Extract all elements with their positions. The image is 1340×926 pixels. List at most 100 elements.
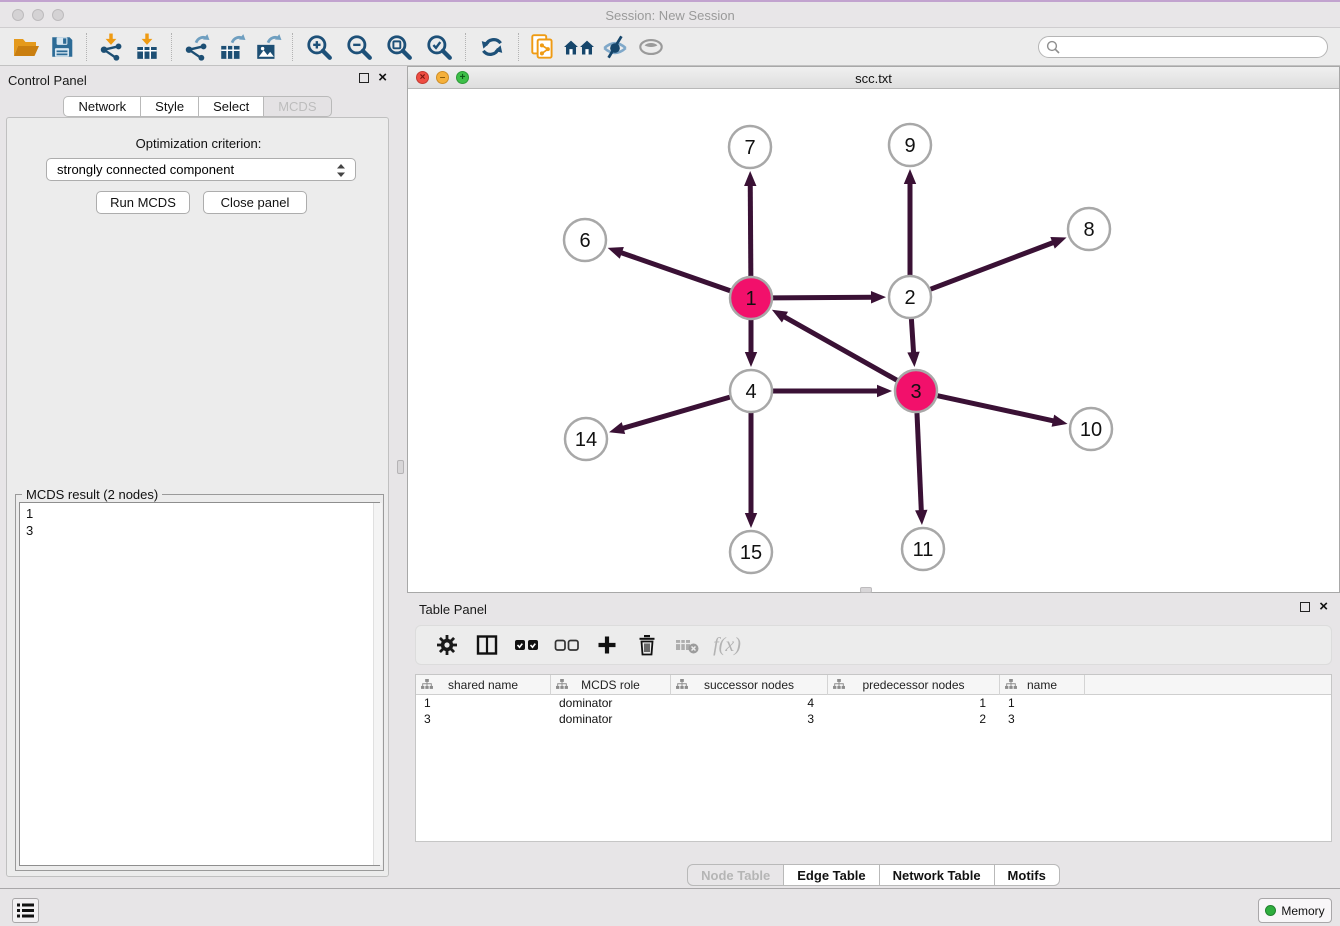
toolbar-separator [518, 33, 519, 61]
table-row[interactable]: 3dominator323 [416, 711, 1331, 727]
mcds-result-textarea[interactable]: 1 3 [19, 502, 380, 866]
column-header-predecessor-nodes[interactable]: predecessor nodes [828, 675, 1000, 695]
graph-edge-3-10[interactable] [937, 396, 1054, 421]
graph-node-label: 14 [575, 429, 597, 451]
graph-edge-1-7[interactable] [750, 184, 751, 276]
column-header-successor-nodes[interactable]: successor nodes [671, 675, 828, 695]
clone-network-icon[interactable] [525, 31, 561, 63]
result-scrollbar[interactable] [373, 503, 382, 865]
graph-edge-arrowhead [1050, 237, 1066, 249]
graph-node-label: 2 [904, 287, 915, 309]
graph-edge-1-2[interactable] [773, 297, 873, 298]
column-header-shared-name[interactable]: shared name [416, 675, 551, 695]
table-panel-tabs: Node Table Edge Table Network Table Moti… [407, 864, 1340, 886]
toolbar-separator [171, 33, 172, 61]
zoom-in-icon[interactable] [299, 31, 339, 63]
hide-details-icon[interactable] [597, 31, 633, 63]
optimization-criterion-label: Optimization criterion: [7, 136, 390, 151]
memory-button[interactable]: Memory [1258, 898, 1332, 923]
table-cell[interactable]: dominator [551, 711, 671, 727]
window-title: Session: New Session [0, 8, 1340, 23]
open-session-icon[interactable] [8, 31, 44, 63]
split-panel-icon[interactable] [474, 632, 500, 658]
horizontal-divider-grip[interactable] [860, 587, 872, 593]
graph-node-label: 4 [745, 381, 756, 403]
delete-column-icon[interactable] [634, 632, 660, 658]
status-bar: Memory [0, 888, 1340, 926]
tab-node-table[interactable]: Node Table [687, 864, 784, 886]
vertical-divider[interactable] [395, 66, 407, 882]
refresh-icon[interactable] [472, 31, 512, 63]
table-cell[interactable]: 1 [1000, 695, 1085, 711]
tab-style[interactable]: Style [141, 96, 199, 117]
close-table-panel-icon[interactable]: × [1319, 602, 1328, 612]
graph-edge-arrowhead [907, 352, 919, 367]
divider-grip[interactable] [397, 460, 404, 474]
graph-edge-2-3[interactable] [911, 319, 913, 354]
search-input[interactable] [1038, 36, 1328, 58]
table-cell[interactable]: 2 [828, 711, 1000, 727]
zoom-selected-icon[interactable] [419, 31, 459, 63]
mcds-result-title: MCDS result (2 nodes) [22, 487, 162, 502]
zoom-out-icon[interactable] [339, 31, 379, 63]
tab-select[interactable]: Select [199, 96, 264, 117]
graph-edge-3-11[interactable] [917, 413, 921, 512]
settings-gear-icon[interactable] [434, 632, 460, 658]
table-cell[interactable]: dominator [551, 695, 671, 711]
run-mcds-button[interactable]: Run MCDS [96, 191, 190, 214]
home-icon[interactable] [561, 31, 597, 63]
mcds-result-group: MCDS result (2 nodes) 1 3 [15, 494, 384, 871]
column-header-name[interactable]: name [1000, 675, 1085, 695]
table-cell[interactable]: 4 [671, 695, 828, 711]
graph-edge-1-6[interactable] [620, 252, 730, 291]
close-panel-button[interactable]: Close panel [203, 191, 307, 214]
graph-node-label: 11 [913, 539, 934, 561]
import-network-icon[interactable] [93, 31, 129, 63]
table-toolbar: f(x) [415, 625, 1332, 665]
tab-edge-table[interactable]: Edge Table [784, 864, 879, 886]
graph-edge-4-14[interactable] [622, 397, 730, 429]
tab-mcds[interactable]: MCDS [264, 96, 331, 117]
table-cell[interactable]: 1 [828, 695, 1000, 711]
close-panel-icon[interactable]: × [378, 73, 387, 83]
table-cell[interactable]: 3 [1000, 711, 1085, 727]
table-row[interactable]: 1dominator411 [416, 695, 1331, 711]
export-image-icon[interactable] [250, 31, 286, 63]
table-cell[interactable]: 3 [671, 711, 828, 727]
zoom-fit-icon[interactable] [379, 31, 419, 63]
tab-network[interactable]: Network [63, 96, 141, 117]
export-table-icon[interactable] [214, 31, 250, 63]
optimization-criterion-select[interactable]: strongly connected component [46, 158, 356, 181]
select-all-icon[interactable] [514, 632, 540, 658]
hierarchy-icon [421, 679, 433, 693]
network-graph[interactable]: 1234678910111415 [408, 89, 1339, 593]
graph-edge-arrowhead [1052, 415, 1068, 427]
tab-motifs[interactable]: Motifs [995, 864, 1060, 886]
save-session-icon[interactable] [44, 31, 80, 63]
graph-edge-2-8[interactable] [931, 242, 1055, 289]
column-header-MCDS-role[interactable]: MCDS role [551, 675, 671, 695]
show-details-icon[interactable] [633, 31, 669, 63]
add-column-icon[interactable] [594, 632, 620, 658]
toolbar-separator [292, 33, 293, 61]
delete-table-icon[interactable] [674, 632, 700, 658]
tab-network-table[interactable]: Network Table [880, 864, 995, 886]
graph-edge-arrowhead [915, 510, 927, 525]
memory-label: Memory [1281, 904, 1324, 918]
export-network-icon[interactable] [178, 31, 214, 63]
task-history-button[interactable] [12, 898, 39, 923]
memory-status-icon [1265, 905, 1276, 916]
table-cell[interactable]: 3 [416, 711, 551, 727]
function-builder-icon[interactable]: f(x) [714, 632, 740, 658]
graph-node-label: 9 [904, 135, 915, 157]
float-panel-icon[interactable] [359, 73, 369, 83]
import-table-icon[interactable] [129, 31, 165, 63]
float-table-panel-icon[interactable] [1300, 602, 1310, 612]
unselect-all-icon[interactable] [554, 632, 580, 658]
graph-node-label: 1 [745, 288, 756, 310]
graph-node-label: 7 [744, 137, 755, 159]
control-panel-title: Control Panel [8, 73, 87, 88]
graph-edge-3-1[interactable] [783, 316, 897, 380]
select-stepper-icon [333, 162, 349, 182]
table-cell[interactable]: 1 [416, 695, 551, 711]
